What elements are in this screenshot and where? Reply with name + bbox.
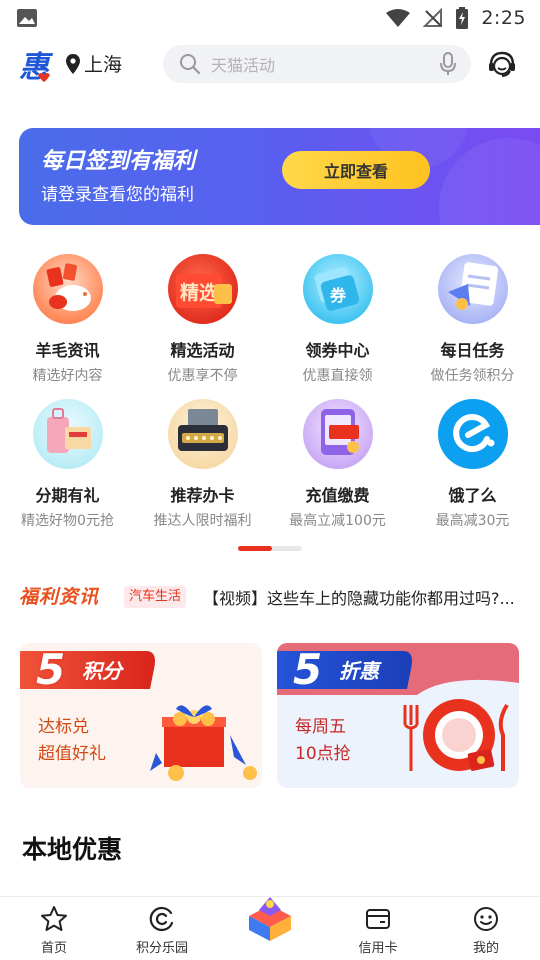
grid-item-eleme[interactable]: 饿了么 最高减30元	[405, 399, 540, 530]
coupon-icon: 券	[302, 254, 373, 324]
points-icon	[149, 906, 174, 932]
news-category-tag: 汽车生活	[124, 586, 187, 608]
piggy-bank-icon	[32, 254, 103, 324]
news-ticker[interactable]: 福利资讯 汽车生活 【视频】这些车上的隐藏功能你都用过吗?...	[0, 582, 540, 612]
promo-badge-label: 折惠	[339, 659, 379, 683]
page-indicator	[238, 546, 302, 551]
recharge-icon	[302, 399, 373, 469]
grid-item-subtitle: 优惠直接领	[302, 368, 373, 384]
grid-item-subtitle: 精选好内容	[32, 368, 103, 384]
gold-card-icon	[167, 399, 238, 469]
featured-icon-text: 精选	[180, 281, 218, 304]
no-signal-icon	[423, 8, 443, 27]
svg-text:惠: 惠	[19, 50, 54, 84]
featured-activity-icon: 精选	[167, 254, 238, 324]
banner-title: 每日签到有福利	[41, 149, 196, 174]
promo-card-discount[interactable]: 5 折惠 每周五 10点抢	[277, 643, 519, 788]
grid-item-daily-task[interactable]: 每日任务 做任务领积分	[405, 254, 540, 385]
grid-item-featured-activity[interactable]: 精选 精选活动 优惠享不停	[135, 254, 270, 385]
search-icon	[180, 54, 201, 75]
grid-item-wool-news[interactable]: 羊毛资讯 精选好内容	[0, 254, 135, 385]
wifi-icon	[386, 9, 411, 27]
microphone-icon[interactable]	[439, 52, 457, 76]
promo-text: 每周五 10点抢	[295, 714, 351, 768]
nav-tab-credit-card[interactable]: 信用卡	[324, 897, 432, 960]
grid-item-subtitle: 最高减30元	[435, 513, 510, 529]
grid-item-recommend-card[interactable]: 推荐办卡 推达人限时福利	[135, 399, 270, 530]
grid-item-title: 领券中心	[305, 341, 370, 360]
nav-tab-profile[interactable]: 我的	[432, 897, 540, 960]
page-indicator-active	[238, 546, 272, 551]
view-now-button[interactable]: 立即查看	[282, 151, 430, 189]
grid-item-title: 精选活动	[170, 341, 235, 360]
grid-item-coupon-center[interactable]: 券 领券中心 优惠直接领	[270, 254, 405, 385]
nav-label: 首页	[40, 941, 67, 956]
grid-item-subtitle: 优惠享不停	[167, 368, 238, 384]
news-brand-logo: 福利资讯	[19, 586, 100, 608]
promo-text: 达标兑 超值好礼	[38, 714, 106, 768]
customer-service-icon[interactable]	[486, 48, 518, 80]
gift-box-icon	[150, 705, 257, 781]
profile-icon	[474, 907, 498, 931]
location-pin-icon	[66, 53, 80, 74]
star-home-icon	[41, 906, 67, 931]
grid-item-subtitle: 推达人限时福利	[153, 513, 252, 529]
grid-item-title: 羊毛资讯	[35, 341, 100, 360]
promo-badge-number: 5	[36, 645, 66, 694]
search-input[interactable]: 天猫活动	[163, 45, 471, 83]
location-label: 上海	[84, 54, 123, 76]
nav-label: 我的	[472, 941, 499, 956]
header: 惠 上海 天猫活动	[0, 44, 540, 84]
grid-item-title: 分期有礼	[35, 486, 100, 505]
checkin-banner[interactable]: 每日签到有福利 请登录查看您的福利 立即查看	[19, 128, 540, 225]
center-gift-icon[interactable]	[243, 891, 297, 945]
grid-item-subtitle: 最高立减100元	[289, 513, 386, 529]
bottom-navigation: 首页 积分乐园 信用卡 我的	[0, 896, 540, 960]
status-bar: 2:25	[0, 0, 540, 36]
promo-line-1: 达标兑	[38, 717, 89, 737]
news-headline[interactable]: 【视频】这些车上的隐藏功能你都用过吗?...	[203, 585, 521, 609]
local-deals-title: 本地优惠	[22, 835, 123, 864]
gallery-notification-icon	[17, 9, 37, 27]
nav-label: 信用卡	[358, 941, 398, 956]
grid-item-subtitle: 精选好物0元抢	[21, 513, 114, 529]
search-placeholder: 天猫活动	[211, 56, 276, 75]
location-selector[interactable]: 上海	[66, 50, 122, 77]
promo-card-points[interactable]: 5 积分 达标兑 超值好礼	[20, 643, 262, 788]
promo-badge-label: 积分	[82, 659, 122, 683]
promo-line-2: 超值好礼	[38, 744, 106, 764]
credit-card-icon	[366, 909, 390, 929]
grid-item-recharge[interactable]: 充值缴费 最高立减100元	[270, 399, 405, 530]
nav-tab-points[interactable]: 积分乐园	[108, 897, 216, 960]
grid-item-subtitle: 做任务领积分	[430, 368, 515, 384]
banner-subtitle: 请登录查看您的福利	[41, 185, 194, 205]
luggage-icon	[32, 399, 103, 469]
grid-item-title: 推荐办卡	[170, 486, 235, 505]
app-logo-icon[interactable]: 惠	[18, 48, 54, 84]
eleme-icon	[437, 399, 508, 469]
promo-badge-number: 5	[293, 645, 323, 694]
nav-tab-home[interactable]: 首页	[0, 897, 108, 960]
promo-line-2: 10点抢	[295, 744, 351, 764]
battery-charging-icon	[456, 7, 469, 29]
status-time: 2:25	[481, 7, 526, 29]
grid-item-title: 充值缴费	[305, 486, 370, 505]
grid-item-title: 饿了么	[448, 486, 497, 505]
coupon-icon-text: 券	[329, 286, 347, 305]
grid-item-title: 每日任务	[440, 341, 505, 360]
promo-line-1: 每周五	[295, 717, 346, 737]
nav-label: 积分乐园	[135, 941, 188, 956]
dining-plate-icon	[403, 699, 509, 771]
task-icon	[437, 254, 508, 324]
grid-item-installment-gift[interactable]: 分期有礼 精选好物0元抢	[0, 399, 135, 530]
